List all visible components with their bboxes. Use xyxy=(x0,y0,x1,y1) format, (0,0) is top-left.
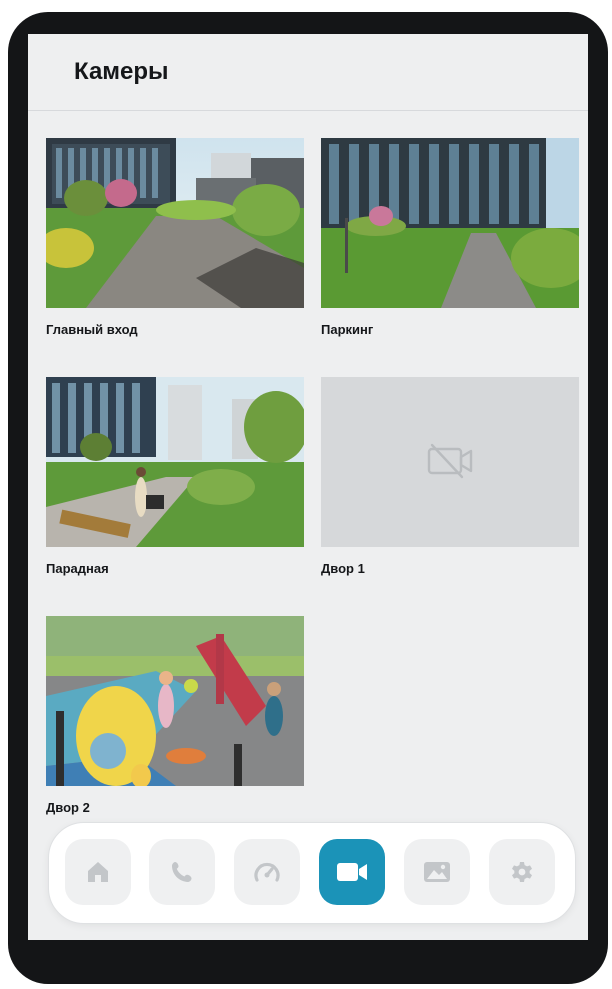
camera-label: Паркинг xyxy=(321,322,374,337)
gear-icon xyxy=(512,862,532,882)
video-camera-icon xyxy=(337,863,367,881)
app-screen: Камеры Главный вход Паркинг Парадная Дво… xyxy=(28,34,588,940)
camera-card-front-door[interactable]: Парадная xyxy=(46,377,304,576)
camera-card-yard-1[interactable]: Двор 1 xyxy=(321,377,579,576)
camera-feed-yard-2[interactable] xyxy=(46,616,304,786)
nav-home-button[interactable] xyxy=(65,839,131,905)
camera-card-parking[interactable]: Паркинг xyxy=(321,138,579,337)
camera-feed-main-entrance[interactable] xyxy=(46,138,304,308)
camera-card-main-entrance[interactable]: Главный вход xyxy=(46,138,304,337)
camera-label: Парадная xyxy=(46,561,109,576)
camera-label: Главный вход xyxy=(46,322,138,337)
device-bottom-bezel xyxy=(8,940,608,984)
nav-meter-button[interactable] xyxy=(234,839,300,905)
nav-phone-button[interactable] xyxy=(149,839,215,905)
image-icon xyxy=(424,862,450,882)
page-title: Камеры xyxy=(74,58,169,85)
header: Камеры xyxy=(28,34,588,111)
gauge-icon xyxy=(254,862,280,882)
device-frame: Камеры Главный вход Паркинг Парадная Дво… xyxy=(8,12,608,984)
nav-settings-button[interactable] xyxy=(489,839,555,905)
camera-label: Двор 1 xyxy=(321,561,365,576)
nav-gallery-button[interactable] xyxy=(404,839,470,905)
camera-off-icon xyxy=(426,443,474,484)
nav-cameras-button[interactable] xyxy=(319,839,385,905)
camera-feed-front-door[interactable] xyxy=(46,377,304,547)
home-icon xyxy=(88,862,108,882)
bottom-nav xyxy=(48,822,576,924)
camera-label: Двор 2 xyxy=(46,800,90,815)
camera-feed-offline[interactable] xyxy=(321,377,579,547)
camera-card-yard-2[interactable]: Двор 2 xyxy=(46,616,304,815)
phone-icon xyxy=(172,862,192,882)
camera-feed-parking[interactable] xyxy=(321,138,579,308)
